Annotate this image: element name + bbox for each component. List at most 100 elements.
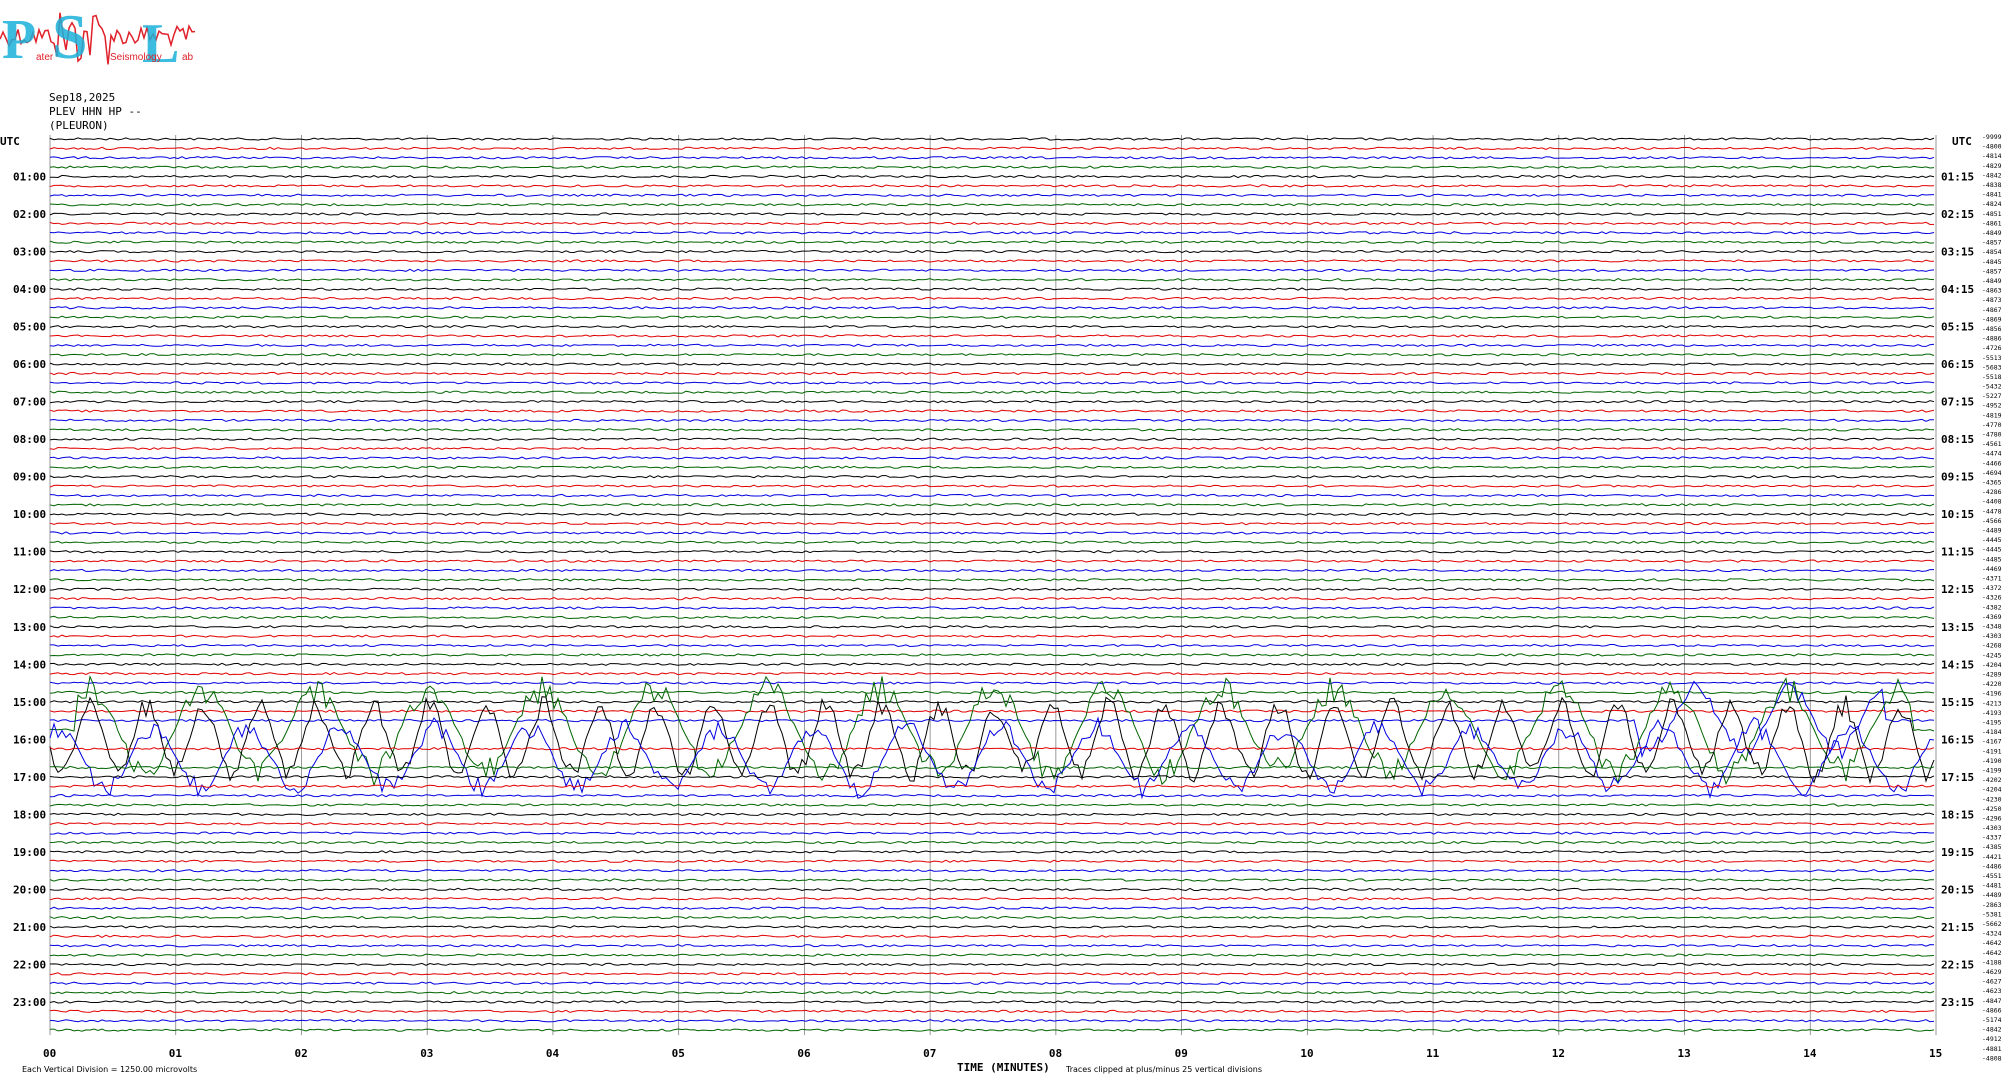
trace-line — [49, 418, 1934, 423]
trace-offset-label: -4213 — [1982, 699, 2002, 707]
trace-line — [49, 550, 1935, 554]
trace-offset-label: -4184 — [1982, 728, 2002, 736]
trace-offset-label: -4489 — [1982, 527, 2002, 535]
trace-line — [49, 146, 1935, 151]
right-time-label: 16:15 — [1941, 733, 1974, 746]
trace-line — [49, 1028, 1935, 1032]
trace-offset-label: -4566 — [1982, 517, 2002, 525]
right-time-label: 20:15 — [1941, 883, 1974, 896]
trace-line — [49, 184, 1935, 188]
trace-offset-label: -4485 — [1982, 555, 2002, 563]
trace-line — [49, 156, 1935, 160]
left-time-label: 15:00 — [13, 696, 46, 709]
trace-offset-label: -4385 — [1982, 843, 2002, 851]
trace-line — [49, 944, 1935, 948]
left-time-label: 04:00 — [13, 283, 46, 296]
x-tick-label: 02 — [294, 1047, 307, 1060]
right-time-label: 14:15 — [1941, 658, 1974, 671]
trace-offset-label: -4800 — [1982, 143, 2002, 151]
trace-line — [49, 259, 1934, 263]
trace-offset-label: -4337 — [1982, 834, 2002, 842]
trace-offset-label: -4204 — [1982, 661, 2002, 669]
trace-offset-label: -4195 — [1982, 718, 2002, 726]
trace-offset-label: -4842 — [1982, 171, 2002, 179]
x-tick-label: 08 — [1049, 1047, 1062, 1060]
trace-line — [49, 831, 1935, 835]
trace-offset-label: -4421 — [1982, 853, 2002, 861]
trace-offset-label: -4268 — [1982, 642, 2002, 650]
trace-offset-label: -4466 — [1982, 459, 2002, 467]
x-tick-label: 11 — [1426, 1047, 1440, 1060]
trace-offset-label: -4867 — [1982, 306, 2002, 314]
trace-line — [50, 643, 1935, 648]
right-time-label: 15:15 — [1941, 696, 1974, 709]
trace-lines — [49, 137, 1935, 1032]
trace-line — [49, 484, 1935, 488]
trace-offset-label: -4326 — [1982, 594, 2002, 602]
x-tick-label: 03 — [420, 1047, 433, 1060]
trace-offset-label: -5227 — [1982, 392, 2002, 400]
trace-offset-label: -4190 — [1982, 757, 2002, 765]
trace-line — [49, 343, 1935, 348]
trace-offset-label: -4365 — [1982, 479, 2002, 487]
trace-line — [49, 324, 1935, 329]
trace-line — [49, 287, 1935, 291]
right-time-label: 05:15 — [1941, 321, 1974, 334]
trace-line — [49, 972, 1935, 976]
trace-offset-label: -4838 — [1982, 181, 2002, 189]
trace-line — [49, 962, 1935, 967]
utc-label-right: UTC — [1952, 135, 1972, 148]
trace-offset-label: -4912 — [1982, 1035, 2002, 1043]
trace-line — [49, 765, 1935, 770]
trace-offset-label: -4814 — [1982, 152, 2002, 160]
trace-offset-label: -4371 — [1982, 575, 2002, 583]
trace-line — [49, 278, 1935, 282]
right-time-label: 07:15 — [1941, 396, 1974, 409]
trace-offset-label: -4869 — [1982, 315, 2002, 323]
trace-offset-label: -4863 — [1982, 287, 2002, 295]
left-time-label: 16:00 — [13, 733, 46, 746]
left-time-label: 22:00 — [13, 958, 46, 971]
trace-offset-label: -4845 — [1982, 258, 2002, 266]
left-time-label: 12:00 — [13, 583, 46, 596]
trace-line — [49, 465, 1935, 469]
trace-line — [49, 531, 1935, 535]
right-time-label: 12:15 — [1941, 583, 1974, 596]
trace-offset-label: -4849 — [1982, 277, 2002, 285]
trace-line — [49, 399, 1935, 404]
trace-offset-label: -4469 — [1982, 565, 2002, 573]
trace-offset-label: -4220 — [1982, 680, 2002, 688]
trace-offset-label: -4829 — [1982, 162, 2002, 170]
trace-line — [49, 868, 1935, 873]
x-tick-label: 06 — [797, 1047, 811, 1060]
trace-line — [50, 174, 1935, 179]
right-time-label: 19:15 — [1941, 846, 1974, 859]
trace-line — [49, 306, 1935, 310]
trace-line — [49, 925, 1935, 929]
trace-offset-label: -4445 — [1982, 536, 2002, 544]
trace-line — [49, 625, 1935, 629]
trace-offset-label: -4561 — [1982, 440, 2002, 448]
trace-line — [49, 1019, 1935, 1023]
trace-offset-label: -4196 — [1982, 690, 2002, 698]
trace-offset-label: -4474 — [1982, 450, 2002, 458]
right-time-label: 04:15 — [1941, 283, 1974, 296]
trace-offset-label: -4849 — [1982, 229, 2002, 237]
trace-line — [49, 906, 1935, 910]
trace-offset-label: -5683 — [1982, 363, 2002, 371]
trace-line — [49, 859, 1935, 863]
left-time-label: 17:00 — [13, 771, 46, 784]
trace-offset-label: -4324 — [1982, 930, 2002, 938]
trace-offset-label: -4478 — [1982, 507, 2002, 515]
trace-offset-label: -5381 — [1982, 910, 2002, 918]
trace-offset-label: -2863 — [1982, 901, 2002, 909]
trace-offset-label: -5518 — [1982, 373, 2002, 381]
footnote-vertical-division: Each Vertical Division = 1250.00 microvo… — [22, 1065, 197, 1074]
trace-offset-label: -4199 — [1982, 766, 2002, 774]
trace-offset-label: -4841 — [1982, 191, 2002, 199]
trace-offset-label: -4857 — [1982, 267, 2002, 275]
trace-line — [49, 596, 1935, 601]
trace-line — [49, 371, 1935, 376]
logo-word-patras: ater — [36, 52, 54, 63]
left-time-label: 09:00 — [13, 471, 46, 484]
